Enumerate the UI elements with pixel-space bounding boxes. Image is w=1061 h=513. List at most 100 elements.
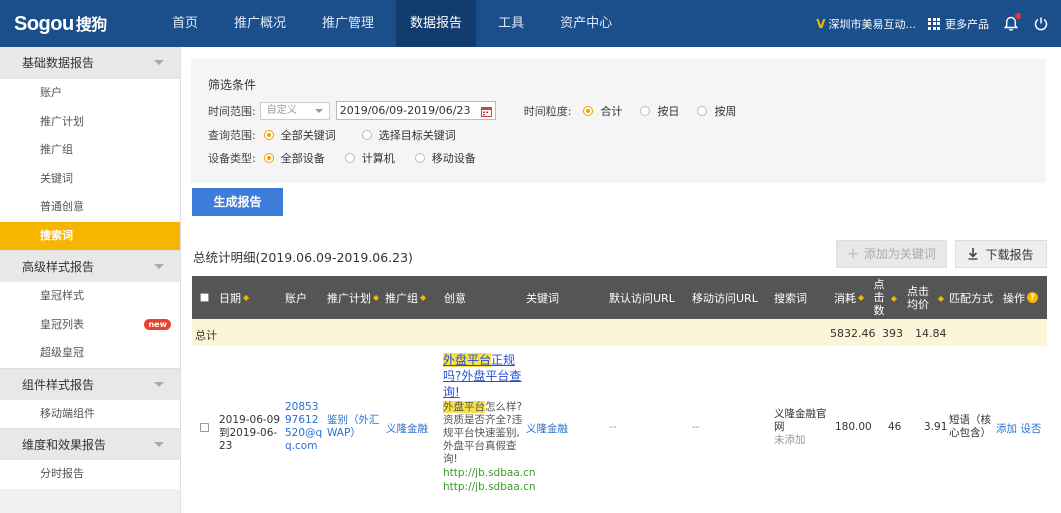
row-checkbox[interactable] — [200, 423, 209, 432]
op-set-negative-link[interactable]: 设否 — [1020, 423, 1041, 435]
th-clicks[interactable]: 点击数 ◆ — [870, 276, 898, 319]
company-name[interactable]: 深圳市美易互动... — [829, 16, 917, 32]
radio-target-keywords[interactable]: 选择目标关键词 — [361, 127, 456, 143]
chevron-down-icon — [154, 60, 164, 65]
nav-tools[interactable]: 工具 — [484, 0, 538, 47]
radio-all-keywords[interactable]: 全部关键词 — [263, 127, 336, 143]
date-range-input[interactable]: 2019/06/09-2019/06/23 — [335, 101, 496, 122]
caret-down-icon — [314, 108, 323, 113]
total-label: 总计 — [195, 329, 217, 342]
row-account-link[interactable]: 2085397612520@qq.com — [285, 401, 325, 453]
nav-home[interactable]: 首页 — [158, 0, 212, 47]
row-avg-cpc: 3.91 — [924, 421, 948, 433]
sidebar-item-group[interactable]: 推广组 — [0, 136, 180, 165]
sidebar-item-hourly[interactable]: 分时报告 — [0, 460, 180, 489]
chevron-down-icon — [154, 381, 164, 387]
chevron-down-icon — [154, 442, 164, 447]
nav-overview[interactable]: 推广概况 — [220, 0, 300, 47]
sidebar-item-mobile-component[interactable]: 移动端组件 — [0, 399, 180, 428]
sort-icon: ◆ — [890, 294, 897, 303]
th-cost[interactable]: 消耗 ◆ — [834, 276, 864, 319]
radio-by-week[interactable]: 按周 — [697, 103, 736, 119]
search-term-status: 未添加 — [774, 434, 806, 446]
sort-icon: ◆ — [373, 293, 380, 302]
radio-button — [640, 105, 651, 116]
plus-icon: + — [847, 246, 859, 262]
device-type-label: 设备类型: — [208, 152, 256, 165]
th-mobile-url: 移动访问URL — [692, 291, 758, 305]
table-row: 2019-06-09到2019-06-23 2085397612520@qq.c… — [192, 346, 1047, 511]
th-match-type: 匹配方式 — [949, 291, 993, 305]
apps-grid-icon[interactable] — [928, 17, 940, 30]
table-header: 日期 ◆ 账户 推广计划 ◆ 推广组 ◆ 创意 关键词 默认访问URL 移动访问URL… — [192, 276, 1047, 319]
sort-icon: ◆ — [858, 293, 865, 302]
radio-button — [263, 130, 274, 140]
sidebar-item-super-crown[interactable]: 超级皇冠 — [0, 339, 180, 368]
creative-title[interactable]: 外盘平台正规吗?外盘平台查询! — [443, 352, 523, 400]
time-range-select[interactable]: 自定义 — [259, 101, 330, 120]
th-avg-cpc[interactable]: 点击均价 ◆ — [906, 276, 944, 319]
query-scope-label: 查询范围: — [208, 129, 256, 142]
row-plan-link[interactable]: 鉴别（外汇WAP） — [327, 414, 383, 440]
notification-bell-icon[interactable] — [1003, 12, 1021, 32]
radio-by-day[interactable]: 按日 — [640, 103, 679, 119]
radio-all-devices[interactable]: 全部设备 — [263, 150, 325, 166]
help-icon[interactable]: ? — [1027, 292, 1038, 303]
summary-title: 总统计明细(2019.06.09-2019.06.23) — [193, 250, 413, 265]
sidebar-item-account[interactable]: 账户 — [0, 79, 180, 108]
th-group[interactable]: 推广组 ◆ — [385, 276, 426, 319]
th-date[interactable]: 日期 ◆ — [219, 276, 249, 319]
row-mobile-url: -- — [692, 421, 700, 433]
radio-total[interactable]: 合计 — [583, 103, 622, 119]
th-plan[interactable]: 推广计划 ◆ — [327, 276, 379, 319]
report-sidebar: 基础数据报告 账户 推广计划 推广组 关键词 普通创意 搜索词 高级样式报告 皇… — [0, 47, 181, 513]
total-cost: 5832.46 — [830, 327, 876, 340]
creative-url-2: http://jb.sdbaa.cn — [443, 481, 536, 493]
row-search-term: 义隆金融官网 未添加 — [774, 408, 830, 447]
sort-icon: ◆ — [937, 294, 944, 303]
filter-row-time: 时间范围: 自定义 2019/06/09-2019/06/23 时间粒度: 合计… — [208, 101, 754, 120]
sort-icon: ◆ — [243, 293, 250, 302]
add-as-keyword-button[interactable]: + 添加为关键词 — [836, 240, 947, 268]
op-add-link[interactable]: 添加 — [996, 423, 1017, 435]
generate-report-button[interactable]: 生成报告 — [192, 188, 283, 216]
sidebar-group-basic[interactable]: 基础数据报告 — [0, 47, 180, 79]
sidebar-item-search-terms[interactable]: 搜索词 — [0, 221, 180, 250]
th-keyword: 关键词 — [526, 291, 559, 305]
row-creative: 外盘平台正规吗?外盘平台查询! 外盘平台怎么样?资质是否齐全?违规平台快速鉴别,… — [443, 352, 536, 494]
select-all-checkbox[interactable] — [200, 276, 209, 319]
total-clicks: 393 — [882, 327, 903, 340]
main-content: 筛选条件 时间范围: 自定义 2019/06/09-2019/06/23 时间粒… — [181, 47, 1061, 513]
search-term-text: 义隆金融官网 — [774, 408, 827, 433]
filter-title: 筛选条件 — [208, 78, 257, 92]
row-operations: 添加 设否 — [996, 421, 1041, 436]
row-group-link[interactable]: 义隆金融 — [386, 421, 428, 436]
sidebar-group-component[interactable]: 组件样式报告 — [0, 367, 180, 400]
row-keyword-link[interactable]: 义隆金融 — [526, 421, 568, 436]
nav-data-report[interactable]: 数据报告 — [396, 0, 477, 47]
nav-management[interactable]: 推广管理 — [308, 0, 388, 47]
sidebar-group-dimension[interactable]: 维度和效果报告 — [0, 428, 180, 460]
radio-button — [263, 153, 274, 163]
sogou-logo[interactable]: Sogou 搜狗 — [14, 11, 107, 36]
sidebar-item-plan[interactable]: 推广计划 — [0, 107, 180, 136]
creative-url-1: http://jb.sdbaa.cn — [443, 467, 536, 479]
sidebar-item-keyword[interactable]: 关键词 — [0, 164, 180, 193]
total-avg-cpc: 14.84 — [915, 327, 947, 340]
download-icon — [968, 248, 978, 260]
sidebar-item-creative[interactable]: 普通创意 — [0, 193, 180, 222]
nav-assets[interactable]: 资产中心 — [546, 0, 626, 47]
sidebar-item-crown-style[interactable]: 皇冠样式 — [0, 282, 180, 311]
filter-panel: 筛选条件 时间范围: 自定义 2019/06/09-2019/06/23 时间粒… — [191, 59, 1046, 183]
download-report-button[interactable]: 下载报告 — [955, 240, 1047, 268]
creative-description: 外盘平台怎么样?资质是否齐全?违规平台快速鉴别,外盘平台真假查询! — [443, 401, 523, 465]
more-products-link[interactable]: 更多产品 — [945, 16, 989, 32]
radio-computer[interactable]: 计算机 — [344, 150, 395, 166]
time-range-label: 时间范围: — [208, 104, 256, 118]
sidebar-group-advanced[interactable]: 高级样式报告 — [0, 250, 180, 282]
account-v-icon: V — [816, 16, 826, 31]
sidebar-item-crown-list[interactable]: 皇冠列表 new — [0, 310, 180, 339]
radio-mobile[interactable]: 移动设备 — [414, 150, 476, 166]
calendar-icon[interactable] — [480, 105, 492, 122]
logout-power-icon[interactable] — [1033, 16, 1049, 32]
